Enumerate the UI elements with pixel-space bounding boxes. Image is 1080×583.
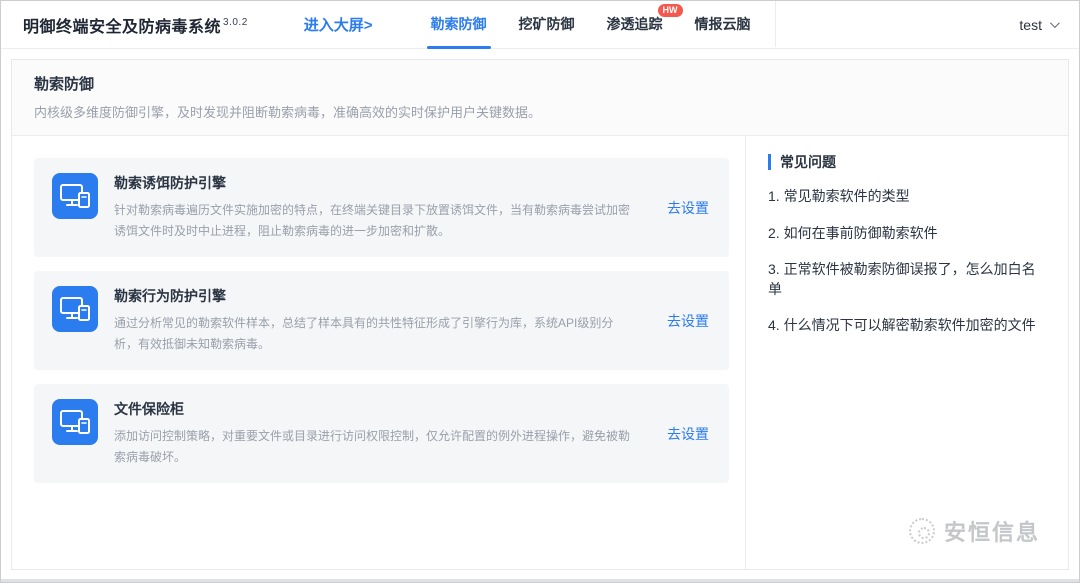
tab-label: 挖矿防御 — [519, 16, 575, 32]
go-to-settings-link[interactable]: 去设置 — [667, 424, 709, 444]
app-window: 明御终端安全及防病毒系统3.0.2 进入大屏> 勒索防御 挖矿防御 渗透追踪 H… — [0, 0, 1080, 583]
feature-card-list: 勒索诱饵防护引擎 针对勒索病毒遍历文件实施加密的特点，在终端关键目录下放置诱饵文… — [12, 136, 745, 569]
tab-label: 情报云脑 — [695, 16, 751, 32]
card-title: 文件保险柜 — [114, 399, 633, 419]
chevron-down-icon — [1050, 18, 1060, 28]
page-header: 勒索防御 内核级多维度防御引擎，及时发现并阻断勒索病毒，准确高效的实时保护用户关… — [12, 60, 1068, 136]
card-bait-protection-engine: 勒索诱饵防护引擎 针对勒索病毒遍历文件实施加密的特点，在终端关键目录下放置诱饵文… — [34, 158, 729, 257]
user-name: test — [1019, 17, 1042, 33]
card-description: 针对勒索病毒遍历文件实施加密的特点，在终端关键目录下放置诱饵文件，当有勒索病毒尝… — [114, 200, 633, 242]
card-file-safe: 文件保险柜 添加访问控制策略，对重要文件或目录进行访问权限控制，仅允许配置的例外… — [34, 384, 729, 483]
go-to-settings-link[interactable]: 去设置 — [667, 311, 709, 331]
go-to-settings-link[interactable]: 去设置 — [667, 198, 709, 218]
nav-divider — [775, 1, 776, 47]
tab-intelligence-cloud[interactable]: 情报云脑 — [679, 1, 767, 49]
app-title-text: 明御终端安全及防病毒系统 — [23, 19, 221, 36]
tab-penetration-tracking[interactable]: 渗透追踪 HW — [591, 1, 679, 49]
tab-label: 渗透追踪 — [607, 16, 663, 32]
computer-shield-icon — [52, 173, 98, 219]
app-version: 3.0.2 — [223, 17, 248, 28]
card-content: 勒索行为防护引擎 通过分析常见的勒索软件样本，总结了样本具有的共性特征形成了引擎… — [114, 286, 711, 355]
app-title: 明御终端安全及防病毒系统3.0.2 — [23, 13, 248, 37]
top-bar: 明御终端安全及防病毒系统3.0.2 进入大屏> 勒索防御 挖矿防御 渗透追踪 H… — [1, 1, 1079, 49]
main-nav: 勒索防御 挖矿防御 渗透追踪 HW 情报云脑 — [415, 1, 776, 49]
card-description: 通过分析常见的勒索软件样本，总结了样本具有的共性特征形成了引擎行为库，系统API… — [114, 313, 633, 355]
tab-ransomware-defense[interactable]: 勒索防御 — [415, 1, 503, 49]
faq-item[interactable]: 4. 什么情况下可以解密勒索软件加密的文件 — [768, 316, 1046, 336]
computer-shield-icon — [52, 286, 98, 332]
card-content: 勒索诱饵防护引擎 针对勒索病毒遍历文件实施加密的特点，在终端关键目录下放置诱饵文… — [114, 173, 711, 242]
card-description: 添加访问控制策略，对重要文件或目录进行访问权限控制，仅允许配置的例外进程操作，避… — [114, 426, 633, 468]
faq-title: 常见问题 — [768, 154, 1046, 170]
faq-section: 常见问题 1. 常见勒索软件的类型 2. 如何在事前防御勒索软件 3. 正常软件… — [746, 136, 1068, 569]
card-title: 勒索诱饵防护引擎 — [114, 173, 633, 193]
faq-item[interactable]: 3. 正常软件被勒索防御误报了，怎么加白名单 — [768, 260, 1046, 299]
faq-item[interactable]: 2. 如何在事前防御勒索软件 — [768, 224, 1046, 244]
enter-big-screen-link[interactable]: 进入大屏> — [304, 14, 373, 35]
card-content: 文件保险柜 添加访问控制策略，对重要文件或目录进行访问权限控制，仅允许配置的例外… — [114, 399, 711, 468]
card-title: 勒索行为防护引擎 — [114, 286, 633, 306]
page-title: 勒索防御 — [34, 73, 1046, 94]
panel-body: 勒索诱饵防护引擎 针对勒索病毒遍历文件实施加密的特点，在终端关键目录下放置诱饵文… — [12, 136, 1068, 569]
content-panel: 勒索防御 内核级多维度防御引擎，及时发现并阻断勒索病毒，准确高效的实时保护用户关… — [11, 59, 1069, 570]
faq-list: 1. 常见勒索软件的类型 2. 如何在事前防御勒索软件 3. 正常软件被勒索防御… — [768, 187, 1046, 336]
computer-shield-icon — [52, 399, 98, 445]
card-behavior-protection-engine: 勒索行为防护引擎 通过分析常见的勒索软件样本，总结了样本具有的共性特征形成了引擎… — [34, 271, 729, 370]
window-bottom-edge — [1, 579, 1079, 582]
tab-label: 勒索防御 — [431, 16, 487, 32]
page-subtitle: 内核级多维度防御引擎，及时发现并阻断勒索病毒，准确高效的实时保护用户关键数据。 — [34, 102, 1046, 121]
faq-item[interactable]: 1. 常见勒索软件的类型 — [768, 187, 1046, 207]
tab-mining-defense[interactable]: 挖矿防御 — [503, 1, 591, 49]
user-menu[interactable]: test — [1019, 17, 1057, 33]
